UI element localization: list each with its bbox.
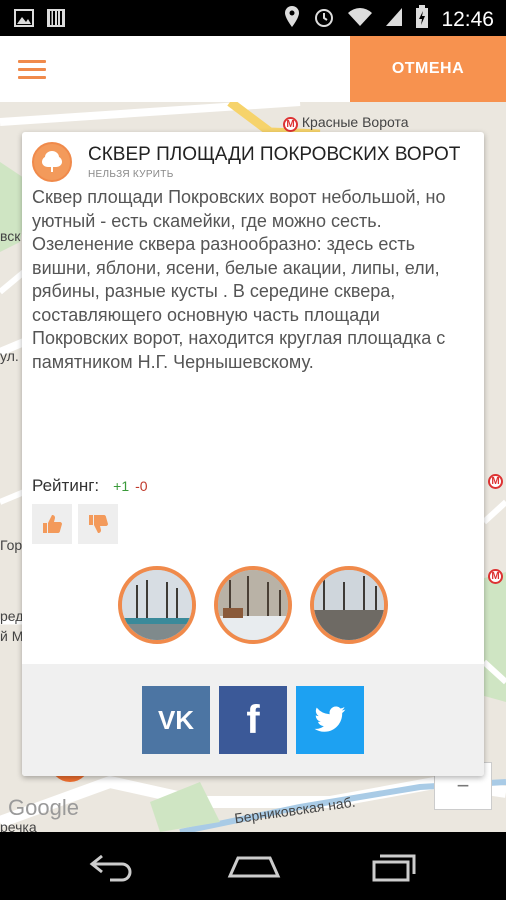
place-description: Сквер площади Покровских ворот небольшой… [32,187,446,372]
menu-icon[interactable] [18,60,46,80]
place-card: СКВЕР ПЛОЩАДИ ПОКРОВСКИХ ВОРОТ НЕЛЬЗЯ КУ… [22,132,484,776]
rating-row: Рейтинг: +1 -0 [32,476,148,496]
back-icon [89,854,132,882]
map-label-krasnye-vorota: М Красные Ворота [283,114,409,132]
place-subtitle: НЕЛЬЗЯ КУРИТЬ [88,169,174,180]
vk-icon: VK [157,704,195,735]
recents-button[interactable] [370,850,418,889]
tree-icon [32,142,72,182]
app-bar: ОТМЕНА [0,36,506,102]
facebook-icon: f [246,697,260,742]
signal-icon [385,7,403,32]
home-button[interactable] [226,850,282,887]
metro-icon: М [488,474,503,489]
twitter-icon [314,706,346,732]
rating-label: Рейтинг: [32,476,100,495]
vk-share-button[interactable]: VK [142,686,210,754]
wifi-icon [347,7,373,32]
photo-thumbnail[interactable] [310,566,388,644]
map-label-l-m: й М [0,628,24,644]
metro-icon: М [283,117,298,132]
rating-plus: +1 [113,478,130,494]
location-icon [283,5,301,34]
battery-icon [415,5,429,34]
share-area: VK f [22,664,484,776]
photo-thumbnail[interactable] [118,566,196,644]
map-label-yl: ул. [0,348,19,364]
rating-minus: -0 [135,478,148,494]
status-bar: 12:46 [0,0,506,36]
alarm-icon [313,6,335,33]
thumbs-up-icon [43,515,62,533]
home-icon [227,856,281,878]
recents-icon [372,854,416,882]
clock: 12:46 [441,7,494,31]
place-title: СКВЕР ПЛОЩАДИ ПОКРОВСКИХ ВОРОТ [88,144,461,165]
photo-thumbnail[interactable] [214,566,292,644]
map-label-red: ред [0,608,24,624]
back-button[interactable] [88,850,136,887]
map-label-vsk: вск [0,228,21,244]
facebook-share-button[interactable]: f [219,686,287,754]
map-label-gor: Гор [0,537,23,553]
navigation-bar [0,832,506,900]
metro-icon: М [488,569,503,584]
image-icon [14,8,34,33]
dislike-button[interactable] [78,504,118,544]
twitter-share-button[interactable] [296,686,364,754]
cancel-button[interactable]: ОТМЕНА [350,36,506,102]
barcode-icon [46,8,66,33]
google-logo: Google [8,795,79,820]
like-button[interactable] [32,504,72,544]
thumbs-down-icon [89,515,108,533]
